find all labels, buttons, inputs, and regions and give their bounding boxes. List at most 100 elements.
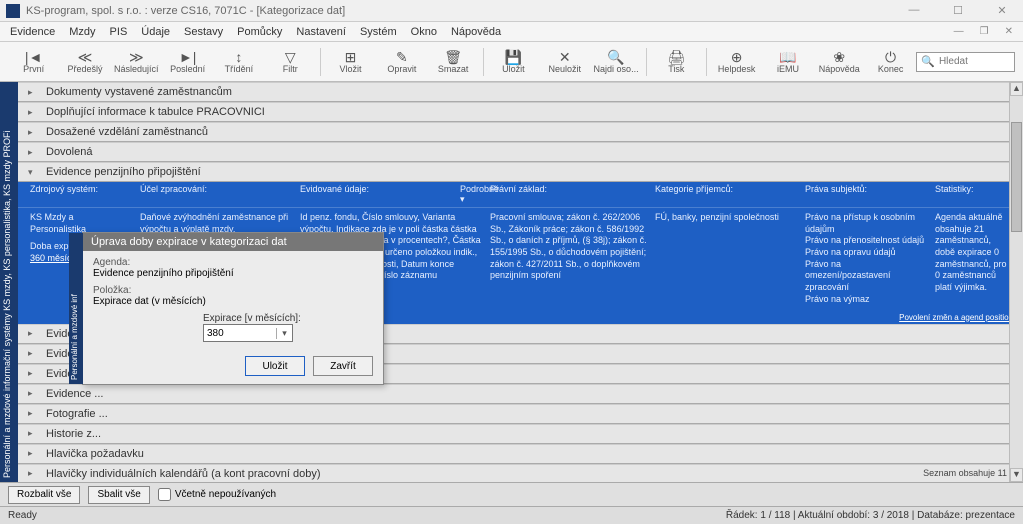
menu-system[interactable]: Systém bbox=[354, 24, 403, 40]
status-bar: Ready Řádek: 1 / 118 | Aktuální období: … bbox=[0, 506, 1023, 524]
menu-nastaveni[interactable]: Nastavení bbox=[290, 24, 352, 40]
col-pravni: Právní základ: bbox=[486, 184, 651, 205]
dialog-title: Úprava doby expirace v kategorizaci dat bbox=[83, 233, 383, 251]
tb-iemu-label: iEMU bbox=[777, 64, 799, 74]
col-stat: Statistiky: bbox=[931, 184, 1015, 205]
scroll-thumb[interactable] bbox=[1011, 122, 1022, 232]
tb-helpdesk[interactable]: ⊕Helpdesk bbox=[711, 44, 762, 80]
tb-findperson[interactable]: 🔍Najdi oso... bbox=[590, 44, 641, 80]
menu-napoveda[interactable]: Nápověda bbox=[445, 24, 507, 40]
tb-exit[interactable]: ⏻Konec bbox=[865, 44, 916, 80]
tb-filter-label: Filtr bbox=[283, 64, 298, 74]
val-prijemci: FÚ, banky, penzijní společnosti bbox=[651, 212, 801, 306]
tb-delete[interactable]: 🗑Smazat bbox=[427, 44, 478, 80]
accordion-label: Doplňující informace k tabulce PRACOVNIC… bbox=[46, 106, 265, 118]
window-title: KS-program, spol. s r.o. : verze CS16, 7… bbox=[26, 5, 899, 17]
menu-okno[interactable]: Okno bbox=[405, 24, 443, 40]
left-sidebar: Personální a mzdové informační systémy K… bbox=[0, 82, 18, 482]
accordion-label: Evidence ... bbox=[46, 388, 103, 400]
accordion-row[interactable]: ▸Dovolená bbox=[18, 142, 1023, 162]
footer-link[interactable]: Povolení změn a agend position bbox=[899, 313, 1013, 322]
tb-helpdesk-label: Helpdesk bbox=[718, 64, 756, 74]
accordion-row[interactable]: ▸Hlavičky individuálních kalendářů (a ko… bbox=[18, 464, 1023, 483]
save-button[interactable]: Uložit bbox=[245, 356, 305, 376]
tb-prev[interactable]: ≪Předešlý bbox=[59, 44, 110, 80]
tb-help[interactable]: ❀Nápověda bbox=[814, 44, 865, 80]
accordion-row[interactable]: ▸Hlavička požadavku bbox=[18, 444, 1023, 464]
expiration-field-label: Expirace [v měsících]: bbox=[203, 313, 373, 324]
accordion-row[interactable]: ▸ Dokumenty vystavené zaměstnancům bbox=[18, 82, 1023, 102]
tb-discard-label: Neuložit bbox=[548, 64, 581, 74]
accordion-row-expanded[interactable]: ▾Evidence penzijního připojištění bbox=[18, 162, 1023, 182]
tb-first[interactable]: |◄První bbox=[8, 44, 59, 80]
accordion-row[interactable]: ▸Fotografie ... bbox=[18, 404, 1023, 424]
chevron-right-icon: ▸ bbox=[28, 127, 33, 138]
scroll-down-icon[interactable]: ▼ bbox=[1010, 468, 1023, 482]
tb-filter[interactable]: ▽Filtr bbox=[265, 44, 316, 80]
menu-pomucky[interactable]: Pomůcky bbox=[231, 24, 288, 40]
val-pravni: Pracovní smlouva; zákon č. 262/2006 Sb.,… bbox=[486, 212, 651, 306]
tb-iemu[interactable]: 📖iEMU bbox=[762, 44, 813, 80]
sort-icon: ↕ bbox=[235, 50, 242, 64]
menu-evidence[interactable]: Evidence bbox=[4, 24, 61, 40]
search-input[interactable] bbox=[939, 56, 1009, 67]
scroll-up-icon[interactable]: ▲ bbox=[1010, 82, 1023, 96]
include-unused-label[interactable]: Včetně nepoužívaných bbox=[158, 488, 276, 501]
polozka-value: Expirace dat (v měsících) bbox=[93, 296, 373, 307]
mdi-close-icon[interactable]: ✕ bbox=[999, 24, 1019, 39]
accordion-row[interactable]: ▸Dosažené vzdělání zaměstnanců bbox=[18, 122, 1023, 142]
first-icon: |◄ bbox=[25, 50, 43, 64]
save-icon: 💾 bbox=[505, 50, 522, 64]
filter-icon: ▽ bbox=[285, 50, 296, 64]
tb-sort-label: Třídění bbox=[225, 64, 254, 74]
tb-last[interactable]: ►|Poslední bbox=[162, 44, 213, 80]
accordion-row[interactable]: ▸ Doplňující informace k tabulce PRACOVNI… bbox=[18, 102, 1023, 122]
expand-all-button[interactable]: Rozbalit vše bbox=[8, 486, 80, 504]
tb-print[interactable]: 🖨Tisk bbox=[651, 44, 702, 80]
chevron-right-icon: ▸ bbox=[28, 87, 33, 98]
menu-sestavy[interactable]: Sestavy bbox=[178, 24, 229, 40]
tb-save[interactable]: 💾Uložit bbox=[488, 44, 539, 80]
mdi-min-icon[interactable]: — bbox=[948, 24, 970, 39]
tb-sort[interactable]: ↕Třídění bbox=[213, 44, 264, 80]
vertical-scrollbar[interactable]: ▲ ▼ bbox=[1009, 82, 1023, 482]
col-udaje: Evidované údaje: bbox=[296, 184, 456, 205]
maximize-button[interactable]: ☐ bbox=[943, 4, 973, 17]
chevron-right-icon: ▸ bbox=[28, 107, 33, 118]
include-unused-text: Včetně nepoužívaných bbox=[175, 489, 276, 500]
accordion-row[interactable]: ▸Historie z... bbox=[18, 424, 1023, 444]
search-box[interactable]: 🔍 bbox=[916, 52, 1015, 72]
menu-pis[interactable]: PIS bbox=[104, 24, 134, 40]
close-dialog-button[interactable]: Zavřít bbox=[313, 356, 373, 376]
expiration-combo[interactable]: ▾ bbox=[203, 324, 293, 342]
accordion-label: Dokumenty vystavené zaměstnancům bbox=[46, 86, 232, 98]
col-detail[interactable]: Podrobně ▾ bbox=[456, 184, 486, 205]
include-unused-checkbox[interactable] bbox=[158, 488, 171, 501]
last-icon: ►| bbox=[179, 50, 197, 64]
chevron-right-icon: ▸ bbox=[28, 328, 33, 339]
collapse-all-button[interactable]: Sbalit vše bbox=[88, 486, 149, 504]
mdi-restore-icon[interactable]: ❐ bbox=[974, 24, 995, 39]
tb-discard[interactable]: ✕Neuložit bbox=[539, 44, 590, 80]
tb-first-label: První bbox=[23, 64, 44, 74]
menu-udaje[interactable]: Údaje bbox=[135, 24, 176, 40]
expiration-input[interactable] bbox=[204, 328, 276, 339]
menu-mzdy[interactable]: Mzdy bbox=[63, 24, 101, 40]
minimize-button[interactable]: — bbox=[899, 4, 929, 17]
chevron-right-icon: ▸ bbox=[28, 388, 33, 399]
chevron-down-icon[interactable]: ▾ bbox=[276, 328, 292, 339]
tb-next[interactable]: ≫Následující bbox=[111, 44, 162, 80]
tb-edit[interactable]: ✎Opravit bbox=[376, 44, 427, 80]
tb-insert[interactable]: ⊞Vložit bbox=[325, 44, 376, 80]
close-button[interactable]: ✕ bbox=[987, 4, 1017, 17]
title-bar: KS-program, spol. s r.o. : verze CS16, 7… bbox=[0, 0, 1023, 22]
accordion-label: Evidence penzijního připojištění bbox=[46, 166, 201, 178]
agenda-value: Evidence penzijního připojištění bbox=[93, 268, 373, 279]
help-icon: ❀ bbox=[833, 50, 845, 64]
tb-last-label: Poslední bbox=[170, 64, 205, 74]
tb-print-label: Tisk bbox=[668, 64, 684, 74]
print-icon: 🖨 bbox=[667, 50, 685, 64]
toolbar-separator bbox=[483, 48, 484, 76]
accordion-row[interactable]: ▸ Evidence ... bbox=[18, 384, 1023, 404]
col-prijemci: Kategorie příjemců: bbox=[651, 184, 801, 205]
